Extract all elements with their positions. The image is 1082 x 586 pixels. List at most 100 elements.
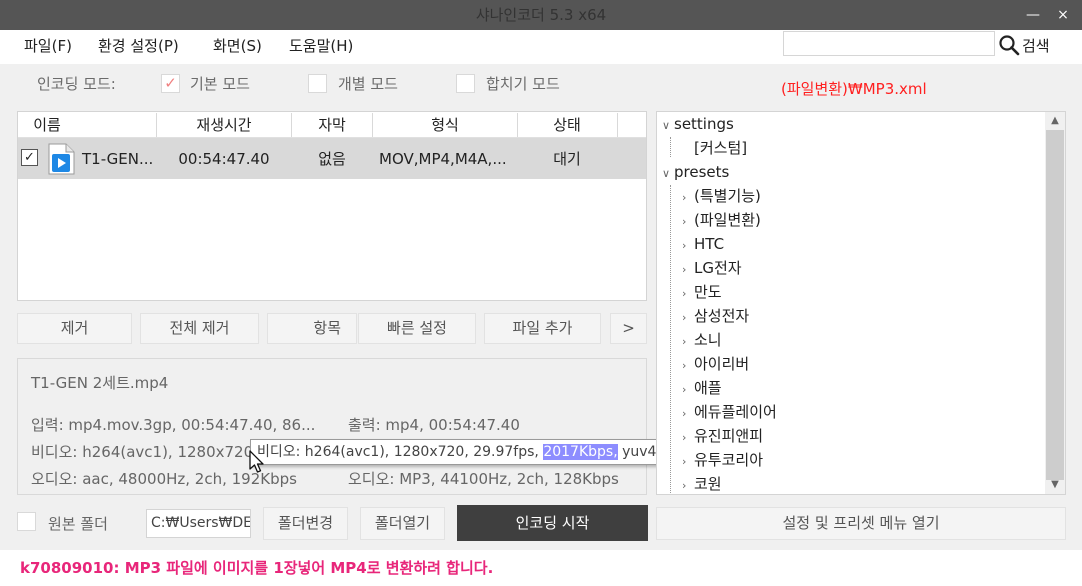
column-header-name[interactable]: 이름 bbox=[18, 113, 76, 137]
row-checkbox[interactable]: ✓ bbox=[21, 149, 38, 166]
column-header-format[interactable]: 형식 bbox=[373, 113, 517, 137]
tree-node-label: 에듀플레이어 bbox=[694, 403, 777, 421]
expand-toggle-icon[interactable]: › bbox=[682, 427, 694, 449]
quick-settings-button[interactable]: 빠른 설정 bbox=[358, 313, 476, 344]
tree-node-label: (특별기능) bbox=[694, 187, 761, 205]
search-label[interactable]: 검색 bbox=[1022, 35, 1050, 56]
tree-node-label: presets bbox=[674, 163, 730, 181]
expand-toggle-icon[interactable]: › bbox=[682, 307, 694, 329]
close-button[interactable]: × bbox=[1048, 0, 1078, 30]
tree-node[interactable]: › 애플 bbox=[682, 377, 722, 399]
tree-node-label: HTC bbox=[694, 235, 725, 253]
tree-guide-line bbox=[670, 185, 671, 493]
mouse-cursor-icon bbox=[249, 450, 264, 473]
scroll-down-icon[interactable]: ▼ bbox=[1045, 476, 1065, 494]
tree-node[interactable]: › 소니 bbox=[682, 329, 722, 351]
tree-node[interactable]: › 유진피앤피 bbox=[682, 425, 763, 447]
more-button[interactable]: > bbox=[610, 313, 647, 344]
basic-mode-checkbox[interactable]: ✓ bbox=[161, 74, 180, 93]
tree-node-label: 소니 bbox=[694, 331, 722, 349]
menu-file[interactable]: 파일(F) bbox=[24, 36, 72, 56]
info-input: 입력: mp4.mov.3gp, 00:54:47.40, 86... bbox=[31, 416, 316, 434]
status-message: k70809010: MP3 파일에 이미지를 1장넣어 MP4로 변환하려 합… bbox=[20, 559, 494, 577]
expand-toggle-icon[interactable]: › bbox=[682, 475, 694, 493]
start-encoding-button[interactable]: 인코딩 시작 bbox=[457, 505, 648, 541]
tree-node[interactable]: › 유투코리아 bbox=[682, 449, 763, 471]
expand-toggle-icon[interactable]: › bbox=[682, 403, 694, 425]
source-folder-label[interactable]: 원본 폴더 bbox=[48, 513, 108, 534]
tree-node[interactable]: ∨ presets bbox=[662, 161, 729, 183]
add-file-button[interactable]: 파일 추가 bbox=[484, 313, 601, 344]
expand-toggle-icon[interactable]: › bbox=[682, 259, 694, 281]
header-divider bbox=[18, 137, 646, 138]
tree-node-label: LG전자 bbox=[694, 259, 742, 277]
tree-node[interactable]: › 삼성전자 bbox=[682, 305, 749, 327]
open-folder-button[interactable]: 폴더열기 bbox=[360, 507, 445, 540]
info-video: 비디오: h264(avc1), 1280x720, bbox=[31, 443, 258, 461]
column-divider bbox=[156, 113, 157, 179]
duration-cell: 00:54:47.40 bbox=[178, 150, 270, 168]
merge-mode-label[interactable]: 합치기 모드 bbox=[486, 74, 560, 94]
column-header-status[interactable]: 상태 bbox=[518, 113, 616, 137]
change-folder-button[interactable]: 폴더변경 bbox=[263, 507, 348, 540]
file-name-cell: T1-GEN... bbox=[82, 150, 154, 168]
preset-path: (파일변환)₩MP3.xml bbox=[781, 80, 927, 98]
expand-toggle-icon[interactable]: › bbox=[682, 235, 694, 257]
source-folder-checkbox[interactable] bbox=[17, 512, 36, 531]
column-divider bbox=[291, 113, 292, 179]
tree-node[interactable]: › (특별기능) bbox=[682, 185, 761, 207]
remove-button[interactable]: 제거 bbox=[17, 313, 132, 344]
items-button[interactable]: 항목 bbox=[267, 313, 357, 344]
remove-all-button[interactable]: 전체 제거 bbox=[140, 313, 259, 344]
menu-view[interactable]: 화면(S) bbox=[213, 36, 262, 56]
expand-toggle-icon[interactable]: ∨ bbox=[662, 115, 674, 137]
minimize-button[interactable]: — bbox=[1018, 0, 1048, 30]
column-header-duration[interactable]: 재생시간 bbox=[157, 113, 291, 137]
tree-node-list: ∨ settings [커스텀] ∨ presets › (특별기능) › (파일변환) › HTC… bbox=[662, 113, 1042, 493]
tooltip-highlight: 2017Kbps, bbox=[543, 444, 618, 460]
tree-node-label: 애플 bbox=[694, 379, 722, 397]
info-audio-output: 오디오: MP3, 44100Hz, 2ch, 128Kbps bbox=[348, 470, 619, 488]
open-presets-button[interactable]: 설정 및 프리셋 메뉴 열기 bbox=[656, 507, 1066, 540]
individual-mode-label[interactable]: 개별 모드 bbox=[338, 74, 398, 94]
column-divider bbox=[517, 113, 518, 179]
expand-toggle-icon[interactable]: › bbox=[682, 211, 694, 233]
tree-node-label: 유진피앤피 bbox=[694, 427, 764, 445]
column-divider bbox=[617, 113, 618, 179]
tree-node[interactable]: ∨ settings bbox=[662, 113, 734, 135]
tree-node[interactable]: › 아이리버 bbox=[682, 353, 749, 375]
scrollbar-thumb[interactable] bbox=[1046, 130, 1064, 480]
menu-settings[interactable]: 환경 설정(P) bbox=[98, 36, 179, 56]
expand-toggle-icon[interactable]: ∨ bbox=[662, 163, 674, 185]
expand-toggle-icon[interactable]: › bbox=[682, 355, 694, 377]
tree-node[interactable]: › 에듀플레이어 bbox=[682, 401, 777, 423]
column-divider bbox=[372, 113, 373, 179]
tree-node[interactable]: › 만도 bbox=[682, 281, 722, 303]
output-folder-path[interactable]: C:₩Users₩DE bbox=[146, 509, 251, 538]
column-header-subtitle[interactable]: 자막 bbox=[292, 113, 372, 137]
tree-guide-line bbox=[670, 137, 671, 157]
expand-toggle-icon[interactable]: › bbox=[682, 379, 694, 401]
tree-node[interactable]: › 코원 bbox=[682, 473, 722, 493]
tree-node-label: settings bbox=[674, 115, 734, 133]
expand-toggle-icon[interactable]: › bbox=[682, 451, 694, 473]
subtitle-cell: 없음 bbox=[318, 150, 346, 168]
individual-mode-checkbox[interactable] bbox=[308, 74, 327, 93]
scroll-up-icon[interactable]: ▲ bbox=[1045, 112, 1065, 130]
tree-node[interactable]: › (파일변환) bbox=[682, 209, 761, 231]
tree-node-label: [커스텀] bbox=[694, 139, 748, 157]
search-icon[interactable] bbox=[998, 34, 1020, 56]
status-cell: 대기 bbox=[553, 150, 581, 168]
expand-toggle-icon[interactable]: › bbox=[682, 187, 694, 209]
menu-help[interactable]: 도움말(H) bbox=[289, 36, 353, 56]
expand-toggle-icon[interactable]: › bbox=[682, 331, 694, 353]
basic-mode-label[interactable]: 기본 모드 bbox=[190, 74, 250, 94]
search-input[interactable] bbox=[783, 31, 995, 56]
tree-node[interactable]: › LG전자 bbox=[682, 257, 742, 279]
window-title: 샤나인코더 5.3 x64 bbox=[475, 6, 607, 24]
expand-toggle-icon[interactable]: › bbox=[682, 283, 694, 305]
tree-node-label: 만도 bbox=[694, 283, 722, 301]
tree-node[interactable]: › HTC bbox=[682, 233, 724, 255]
merge-mode-checkbox[interactable] bbox=[456, 74, 475, 93]
tree-node[interactable]: [커스텀] bbox=[682, 137, 747, 159]
